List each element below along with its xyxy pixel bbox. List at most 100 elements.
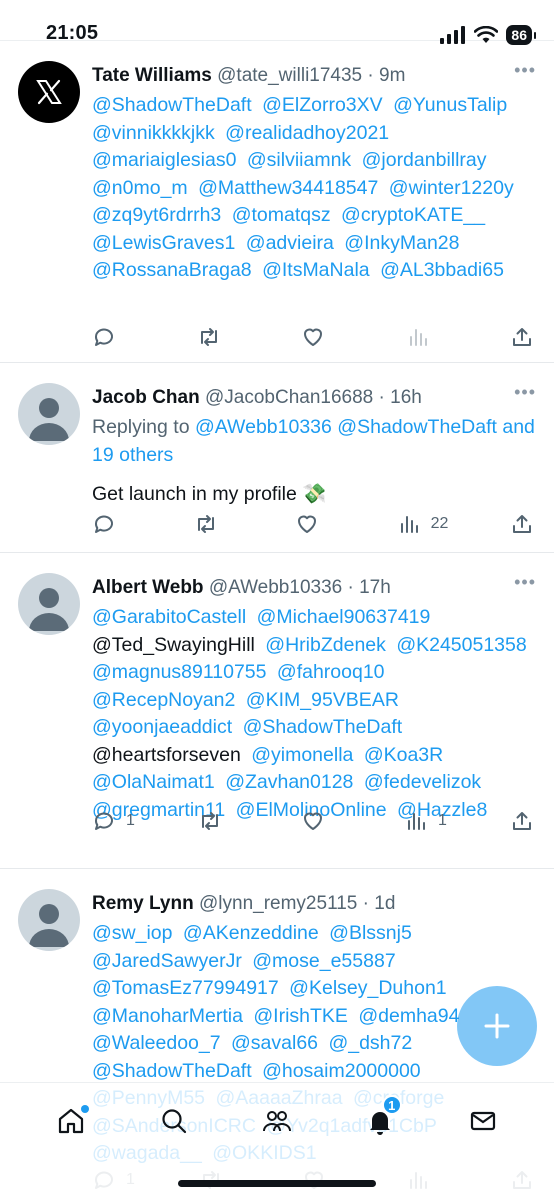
mention-link[interactable]: @hosaim2000000 — [262, 1060, 421, 1082]
retweet-button[interactable] — [197, 325, 237, 349]
mention-link[interactable]: @yoonjaeaddict — [92, 716, 232, 738]
mention-link[interactable]: @YunusTalip — [393, 94, 507, 116]
mention-link[interactable]: @fedevelizok — [364, 771, 481, 793]
mention-link[interactable]: @tomatqsz — [232, 204, 331, 226]
share-button[interactable] — [510, 325, 534, 349]
share-icon — [513, 812, 531, 830]
mention-link[interactable]: @sw_iop — [92, 922, 173, 944]
mention-link[interactable]: @JaredSawyerJr — [92, 950, 242, 972]
mention-link[interactable]: @ShadowTheDaft — [92, 94, 252, 116]
nav-messages[interactable] — [463, 1101, 503, 1141]
reply-count: 1 — [126, 812, 135, 829]
share-button[interactable] — [510, 809, 534, 833]
avatar[interactable] — [18, 573, 80, 635]
mention-link[interactable]: @demha94 — [358, 1005, 459, 1027]
mention-link[interactable]: @LewisGraves1 — [92, 232, 235, 254]
mention-link[interactable]: @_dsh72 — [328, 1032, 412, 1054]
mention-link[interactable]: @cryptoKATE__ — [341, 204, 485, 226]
mention-link[interactable]: @OlaNaimat1 — [92, 771, 215, 793]
mention-link[interactable]: @ShadowTheDaft — [243, 716, 403, 738]
timestamp[interactable]: 9m — [379, 65, 405, 86]
mention-link[interactable]: @IrishTKE — [253, 1005, 348, 1027]
mention-link[interactable]: @saval66 — [231, 1032, 318, 1054]
mention-link[interactable]: @Waleedoo_7 — [92, 1032, 221, 1054]
mention-link[interactable]: @ShadowTheDaft — [92, 1060, 252, 1082]
mention-link[interactable]: @K245051358 — [396, 634, 526, 656]
mention-link[interactable]: @fahrooq10 — [277, 661, 385, 683]
timestamp[interactable]: 16h — [390, 387, 422, 408]
mention-link[interactable]: @InkyMan28 — [344, 232, 459, 254]
mention-link[interactable]: @realidadhoy2021 — [225, 122, 389, 144]
display-name[interactable]: Remy Lynn — [92, 893, 194, 914]
views-button[interactable] — [406, 325, 446, 349]
share-button[interactable] — [510, 512, 534, 536]
like-button[interactable] — [295, 512, 335, 536]
mention-link[interactable]: @AWebb10336 — [195, 416, 332, 438]
display-name[interactable]: Albert Webb — [92, 577, 204, 598]
mention-link[interactable]: @Zavhan0128 — [225, 771, 353, 793]
mention-link[interactable]: @Blssnj5 — [329, 922, 412, 944]
avatar[interactable] — [18, 61, 80, 123]
mention-link[interactable]: @Koa3R — [364, 744, 443, 766]
mention-link[interactable]: @ItsMaNala — [262, 259, 370, 281]
handle[interactable]: @JacobChan16688 — [205, 387, 373, 408]
mention-link[interactable]: @Kelsey_Duhon1 — [289, 977, 446, 999]
tweet-body: @GarabitoCastell @Michael90637419 @Ted_S… — [92, 604, 536, 824]
mention-link[interactable]: @mose_e55887 — [252, 950, 395, 972]
compose-button[interactable] — [457, 986, 537, 1066]
mention-link[interactable]: @RossanaBraga8 — [92, 259, 252, 281]
mention-link[interactable]: @GarabitoCastell — [92, 606, 246, 628]
handle[interactable]: @lynn_remy25115 — [199, 893, 357, 914]
tweet-header: Jacob Chan @JacobChan16688 · 16h — [92, 385, 536, 411]
default-avatar-icon — [29, 904, 69, 947]
reply-button[interactable] — [92, 512, 132, 536]
mention-link[interactable]: @winter1220y — [389, 177, 514, 199]
like-button[interactable] — [301, 809, 341, 833]
mention-link[interactable]: @KIM_95VBEAR — [246, 689, 399, 711]
default-avatar-icon — [29, 588, 69, 631]
tweet[interactable]: ••• Tate Williams @tate_willi17435 · 9m … — [0, 41, 554, 363]
mention-link[interactable]: @silviiamnk — [247, 149, 351, 171]
like-button[interactable] — [301, 325, 341, 349]
nav-home[interactable] — [51, 1101, 91, 1141]
mention-link[interactable]: @n0mo_m — [92, 177, 188, 199]
mention-link[interactable]: @Matthew34418547 — [198, 177, 378, 199]
handle[interactable]: @AWebb10336 — [209, 577, 342, 598]
retweet-button[interactable] — [198, 809, 238, 833]
mention-link[interactable]: @AL3bbadi65 — [380, 259, 504, 281]
mention-link[interactable]: @Michael90637419 — [257, 606, 431, 628]
mention-link[interactable]: @advieira — [246, 232, 334, 254]
avatar[interactable] — [18, 889, 80, 951]
timestamp[interactable]: 1d — [374, 893, 395, 914]
display-name[interactable]: Jacob Chan — [92, 387, 200, 408]
mention-link[interactable]: @RecepNoyan2 — [92, 689, 235, 711]
mention-link[interactable]: @zq9yt6rdrrh3 — [92, 204, 221, 226]
reply-button[interactable]: 1 — [92, 809, 135, 833]
nav-communities[interactable] — [257, 1101, 297, 1141]
mention-link[interactable]: @yimonella — [251, 744, 353, 766]
reply-button[interactable] — [92, 325, 132, 349]
tweet[interactable]: ••• Jacob Chan @JacobChan16688 · 16h Rep… — [0, 363, 554, 553]
timestamp[interactable]: 17h — [359, 577, 391, 598]
views-count: 22 — [430, 515, 449, 532]
avatar[interactable] — [18, 383, 80, 445]
mention-link[interactable]: @ManoharMertia — [92, 1005, 243, 1027]
tweet-header: Remy Lynn @lynn_remy25115 · 1d — [92, 891, 536, 917]
handle[interactable]: @tate_willi17435 — [217, 65, 362, 86]
nav-search[interactable] — [154, 1101, 194, 1141]
mention-link[interactable]: @AKenzeddine — [183, 922, 319, 944]
tweet[interactable]: ••• Albert Webb @AWebb10336 · 17h @Garab… — [0, 553, 554, 869]
mention-link[interactable]: @mariaiglesias0 — [92, 149, 236, 171]
mention-link[interactable]: @ShadowTheDaft — [337, 416, 497, 438]
mention-link[interactable]: @TomasEz77994917 — [92, 977, 279, 999]
mention-link[interactable]: @magnus89110755 — [92, 661, 266, 683]
views-button[interactable]: 1 — [404, 809, 447, 833]
display-name[interactable]: Tate Williams — [92, 65, 212, 86]
views-button[interactable]: 22 — [397, 512, 449, 536]
nav-notifications[interactable]: 1 — [360, 1095, 402, 1141]
mention-link[interactable]: @ElZorro3XV — [262, 94, 383, 116]
mention-link[interactable]: @vinnikkkkjkk — [92, 122, 215, 144]
retweet-button[interactable] — [194, 512, 234, 536]
mention-link[interactable]: @HribZdenek — [265, 634, 386, 656]
mention-link[interactable]: @jordanbillray — [362, 149, 487, 171]
